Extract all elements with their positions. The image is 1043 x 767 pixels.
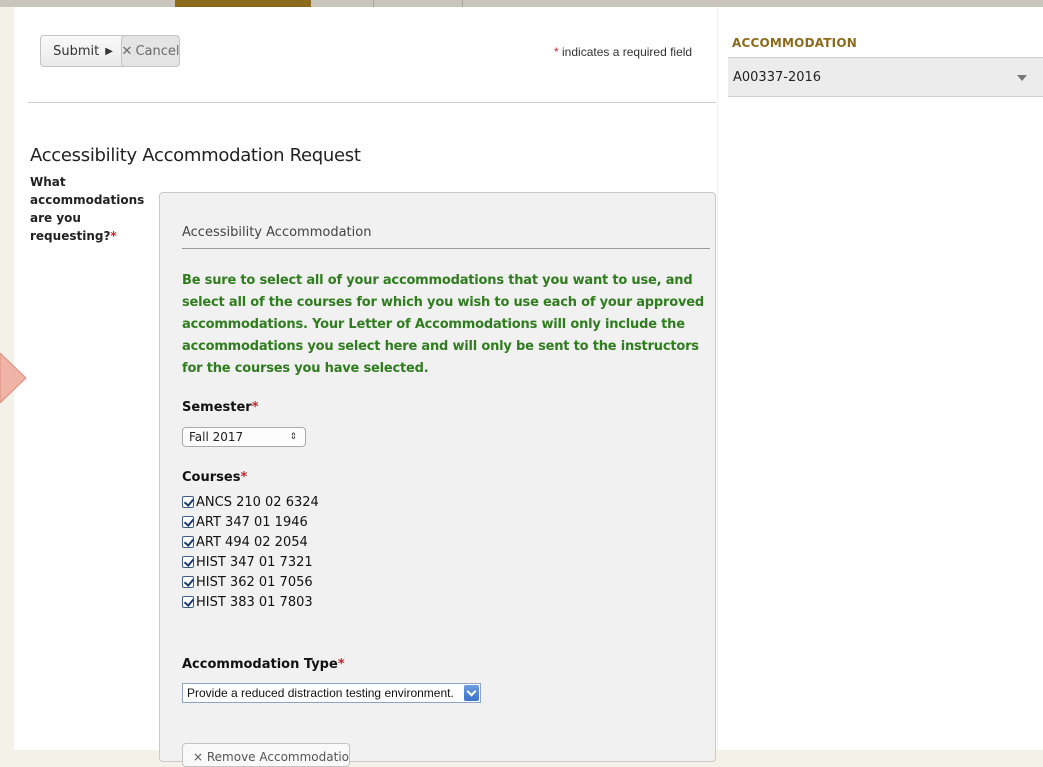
accommodation-selected-value: A00337-2016 — [733, 69, 822, 85]
cancel-button[interactable]: ✕ Cancel — [121, 35, 180, 67]
semester-select[interactable]: Fall 2017 ⇕ — [182, 427, 306, 447]
course-item[interactable]: ART 347 01 1946 — [182, 512, 319, 532]
course-item[interactable]: ANCS 210 02 6324 — [182, 492, 319, 512]
chevron-down-icon — [464, 685, 479, 701]
checkbox-checked-icon[interactable] — [182, 536, 194, 548]
accommodation-select[interactable]: A00337-2016 — [728, 57, 1043, 97]
accommodation-type-select[interactable]: Provide a reduced distraction testing en… — [182, 683, 481, 703]
pointer-arrow-icon — [0, 353, 27, 403]
top-nav-active-tab[interactable] — [175, 0, 311, 7]
course-item[interactable]: ART 494 02 2054 — [182, 532, 319, 552]
play-arrow-icon: ▶ — [105, 45, 113, 57]
checkbox-checked-icon[interactable] — [182, 516, 194, 528]
required-star: * — [554, 45, 559, 59]
question-label: What accommodations are you requesting?* — [30, 173, 148, 245]
accommodation-type-label: Accommodation Type* — [182, 657, 345, 672]
course-item[interactable]: HIST 347 01 7321 — [182, 552, 319, 572]
type-label-text: Accommodation Type — [182, 657, 338, 672]
required-star: * — [251, 400, 259, 415]
caret-down-icon — [1017, 75, 1027, 81]
semester-value: Fall 2017 — [189, 430, 244, 444]
course-label: ANCS 210 02 6324 — [196, 494, 319, 510]
course-list: ANCS 210 02 6324 ART 347 01 1946 ART 494… — [182, 492, 319, 612]
required-star: * — [240, 470, 248, 485]
page-title: Accessibility Accommodation Request — [30, 145, 361, 166]
course-label: HIST 362 01 7056 — [196, 574, 313, 590]
close-icon: ✕ — [121, 43, 133, 59]
instructions-text: Be sure to select all of your accommodat… — [182, 273, 704, 376]
top-nav-bar — [0, 0, 1043, 13]
course-label: ART 494 02 2054 — [196, 534, 308, 550]
panel-heading: Accessibility Accommodation — [182, 225, 372, 240]
cancel-label: Cancel — [135, 43, 180, 59]
courses-label-text: Courses — [182, 470, 241, 485]
checkbox-checked-icon[interactable] — [182, 596, 194, 608]
divider — [182, 248, 710, 249]
type-value: Provide a reduced distraction testing en… — [187, 686, 454, 700]
semester-label-text: Semester — [182, 400, 252, 415]
divider — [28, 102, 716, 103]
required-star: * — [110, 229, 117, 243]
courses-label: Courses* — [182, 470, 247, 485]
course-label: HIST 383 01 7803 — [196, 594, 313, 610]
course-item[interactable]: HIST 362 01 7056 — [182, 572, 319, 592]
checkbox-checked-icon[interactable] — [182, 576, 194, 588]
required-star: * — [337, 657, 345, 672]
submit-button[interactable]: Submit ▶ — [40, 35, 126, 67]
checkbox-checked-icon[interactable] — [182, 556, 194, 568]
main-content: Submit ▶ ✕ Cancel * indicates a required… — [14, 7, 717, 767]
course-label: ART 347 01 1946 — [196, 514, 308, 530]
checkbox-checked-icon[interactable] — [182, 496, 194, 508]
semester-label: Semester* — [182, 400, 259, 415]
sidebar: ACCOMMODATION A00337-2016 — [718, 7, 1043, 750]
updown-arrows-icon: ⇕ — [289, 432, 297, 442]
required-field-note: * indicates a required field — [554, 45, 692, 59]
sidebar-title: ACCOMMODATION — [732, 36, 857, 50]
accommodation-panel: Accessibility Accommodation Be sure to s… — [159, 192, 716, 767]
course-item[interactable]: HIST 383 01 7803 — [182, 592, 319, 612]
submit-label: Submit — [53, 43, 100, 59]
question-text: What accommodations are you requesting? — [30, 175, 145, 243]
required-note-text: indicates a required field — [562, 45, 693, 59]
course-label: HIST 347 01 7321 — [196, 554, 313, 570]
nav-separator — [462, 0, 463, 7]
nav-separator — [373, 0, 374, 7]
remove-accommodation-button[interactable]: × Remove Accommodation — [182, 743, 350, 767]
